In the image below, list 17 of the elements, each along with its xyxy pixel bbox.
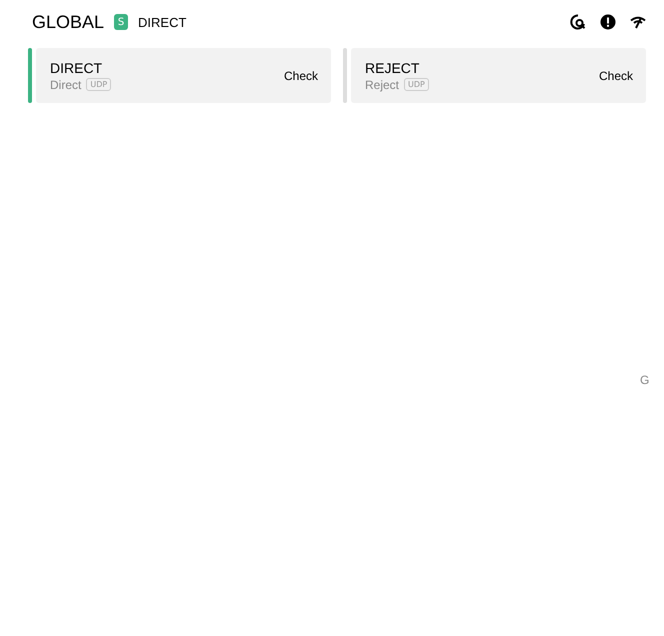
check-button[interactable]: Check: [598, 66, 633, 84]
proxy-card[interactable]: DIRECT Direct UDP Check: [36, 48, 331, 103]
proxy-type: Reject: [365, 78, 400, 92]
wifi-icon[interactable]: [630, 14, 646, 30]
proxy-name: REJECT: [365, 60, 420, 76]
udp-tag: UDP: [86, 78, 112, 91]
alert-icon[interactable]: [600, 14, 616, 30]
udp-tag: UDP: [404, 78, 429, 91]
current-proxy: DIRECT: [138, 14, 186, 30]
check-button[interactable]: Check: [284, 66, 318, 84]
index-letter[interactable]: G: [640, 373, 650, 387]
search-icon[interactable]: [570, 14, 586, 30]
proxy-card[interactable]: REJECT Reject UDP Check: [351, 48, 646, 103]
type-badge: S: [114, 14, 128, 30]
proxy-name: DIRECT: [50, 60, 104, 76]
group-title: GLOBAL: [32, 12, 104, 32]
proxy-type: Direct: [50, 78, 82, 92]
